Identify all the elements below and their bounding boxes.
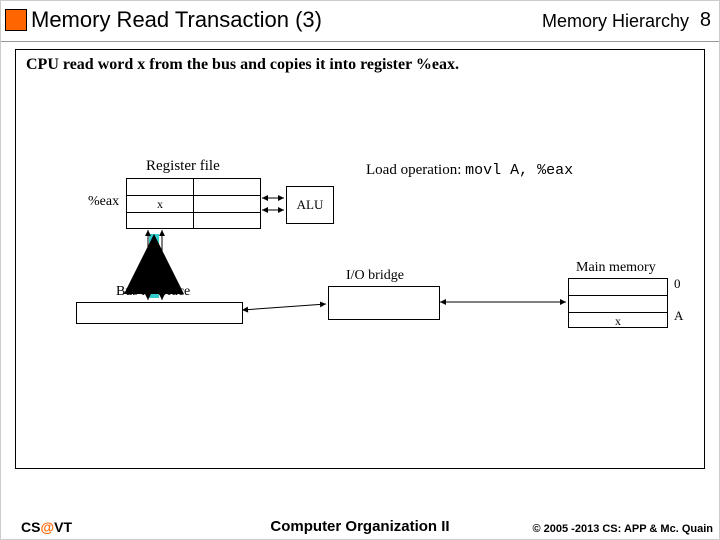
bus-interface-box bbox=[76, 302, 243, 324]
eax-cell: x bbox=[127, 196, 194, 212]
description-text: CPU read word x from the bus and copies … bbox=[26, 56, 459, 74]
memory-addr-a: A bbox=[674, 308, 683, 324]
alu-box: ALU bbox=[286, 186, 334, 224]
header: Memory Read Transaction (3) Memory Hiera… bbox=[1, 7, 719, 43]
content-area: CPU read word x from the bus and copies … bbox=[15, 49, 705, 469]
io-bridge-label: I/O bridge bbox=[346, 268, 404, 284]
main-memory-box: x bbox=[568, 278, 668, 328]
footer-right: © 2005 -2013 CS: APP & Mc. Quain bbox=[532, 523, 713, 535]
page-number: 8 bbox=[700, 9, 711, 32]
load-operation: Load operation: movl A, %eax bbox=[366, 162, 573, 179]
register-file-label: Register file bbox=[146, 158, 220, 175]
load-op-text: Load operation: bbox=[366, 162, 461, 178]
eax-label: %eax bbox=[88, 194, 119, 210]
footer: CS@VT Computer Organization II © 2005 -2… bbox=[1, 513, 719, 535]
slide-topic: Memory Hierarchy bbox=[542, 11, 689, 32]
header-divider bbox=[1, 41, 719, 42]
bus-interface-label: Bus interface bbox=[116, 284, 190, 300]
register-file: x bbox=[126, 178, 261, 229]
memory-cell-x: x bbox=[569, 313, 667, 329]
load-op-code: movl A, %eax bbox=[465, 162, 573, 179]
slide-title: Memory Read Transaction (3) bbox=[31, 7, 322, 33]
memory-addr-0: 0 bbox=[674, 276, 681, 292]
io-bridge-box bbox=[328, 286, 440, 320]
slide: Memory Read Transaction (3) Memory Hiera… bbox=[0, 0, 720, 540]
main-memory-label: Main memory bbox=[576, 260, 656, 276]
bullet-icon bbox=[5, 9, 27, 31]
